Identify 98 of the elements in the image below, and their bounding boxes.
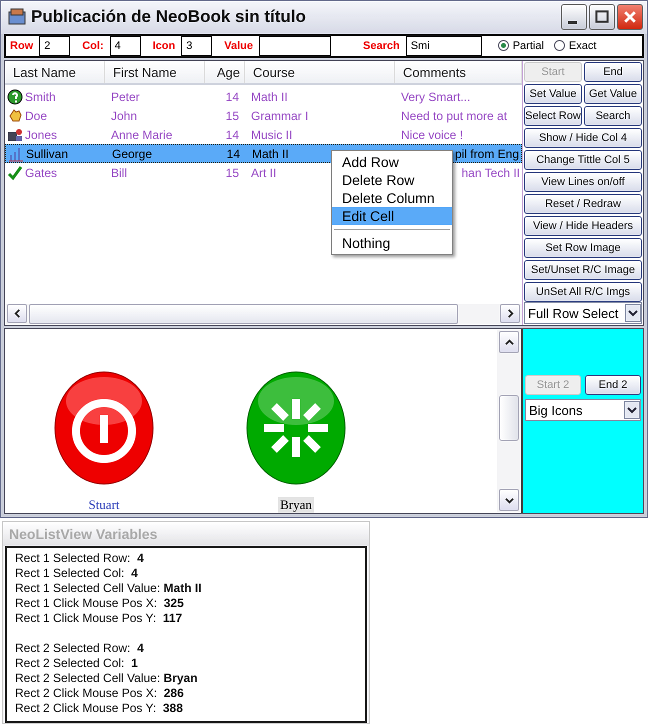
action-button[interactable]: Set Value xyxy=(524,84,582,104)
table-cell: 15 xyxy=(226,108,239,122)
menu-item[interactable]: Delete Column xyxy=(332,189,452,207)
table-cell: 14 xyxy=(226,90,239,104)
power-icon[interactable] xyxy=(54,371,154,485)
horizontal-scrollbar[interactable] xyxy=(5,304,522,325)
action-button[interactable]: Reset / Redraw xyxy=(524,194,642,214)
table-cell[interactable]: Jones xyxy=(25,128,58,142)
column-header[interactable]: First Name xyxy=(105,61,205,83)
table-cell: Very Smart... xyxy=(401,90,470,104)
table-cell[interactable]: Gates xyxy=(25,166,58,180)
table-cell: Art II xyxy=(251,166,276,180)
action-button[interactable]: Set Row Image xyxy=(524,238,642,258)
action-button[interactable]: Search xyxy=(584,106,642,126)
action-button[interactable]: UnSet All R/C Imgs xyxy=(524,282,642,302)
variable-line: Rect 1 Selected Row: 4 xyxy=(15,551,145,566)
column-header[interactable]: Course xyxy=(245,61,395,83)
loading-spinner-icon[interactable] xyxy=(246,371,346,485)
action-button[interactable]: Set/Unset R/C Image xyxy=(524,260,642,280)
minimize-icon xyxy=(568,20,577,24)
table-cell: John xyxy=(111,108,138,122)
maximize-icon xyxy=(594,9,610,26)
action-button[interactable]: Show / Hide Col 4 xyxy=(524,128,642,148)
column-header[interactable]: Age xyxy=(205,61,245,83)
minimize-button[interactable] xyxy=(561,4,587,30)
table-cell: Math II xyxy=(252,146,289,160)
input-field[interactable]: 4 xyxy=(110,36,141,56)
table-cell: pil from Eng xyxy=(454,146,519,160)
table-cell: 15 xyxy=(226,166,239,180)
variable-line: Rect 2 Selected Cell Value: Bryan xyxy=(15,671,199,686)
field-label: Col: xyxy=(82,40,104,52)
action-button[interactable]: Change Tittle Col 5 xyxy=(524,150,642,170)
table-cell: han Tech II xyxy=(462,166,520,180)
variable-line: Rect 2 Selected Row: 4 xyxy=(15,641,145,656)
scroll-up-button[interactable] xyxy=(499,331,519,353)
table-cell[interactable]: Doe xyxy=(25,108,48,122)
variable-line: Rect 1 Click Mouse Pos Y: 117 xyxy=(15,611,184,626)
table-cell: Grammar I xyxy=(251,108,308,122)
checkmark-icon xyxy=(7,164,23,180)
action-button[interactable]: View / Hide Headers xyxy=(524,216,642,236)
table-cell[interactable]: Sullivan xyxy=(26,146,68,160)
variable-line: Rect 2 Selected Col: 1 xyxy=(15,656,139,671)
table-cell: Music II xyxy=(251,128,292,142)
field-label: Row xyxy=(10,40,34,52)
maximize-button[interactable] xyxy=(589,4,615,30)
field-label: Search xyxy=(363,40,400,52)
table-cell: George xyxy=(112,146,152,160)
menu-item[interactable]: Add Row xyxy=(332,153,452,171)
table-cell: 14 xyxy=(226,128,239,142)
radio-option[interactable]: Exact xyxy=(554,40,596,52)
table-cell[interactable]: Smith xyxy=(25,90,56,104)
vertical-scrollbar[interactable] xyxy=(497,329,521,513)
action-button[interactable]: View Lines on/off xyxy=(524,172,642,192)
table-cell: Need to put more at xyxy=(401,108,508,122)
view-mode-dropdown[interactable]: Big Icons xyxy=(525,399,641,421)
column-header[interactable]: Comments xyxy=(395,61,522,83)
table-cell: Math II xyxy=(251,90,288,104)
menu-item[interactable]: Nothing xyxy=(332,234,452,252)
panel-title: NeoListView Variables xyxy=(3,522,369,546)
input-field[interactable]: 2 xyxy=(39,36,70,56)
action-button[interactable]: Select Row xyxy=(524,106,582,126)
row-mode-dropdown[interactable]: Full Row Select xyxy=(524,302,642,324)
caret-icon xyxy=(625,304,641,322)
input-field[interactable] xyxy=(259,36,331,56)
variable-line: Rect 2 Click Mouse Pos Y: 388 xyxy=(15,701,184,716)
variable-line: Rect 1 Selected Cell Value: Math II xyxy=(15,581,203,596)
close-button[interactable] xyxy=(617,4,643,30)
close-icon xyxy=(622,9,638,26)
menu-item[interactable]: Edit Cell xyxy=(332,207,452,225)
field-label: Value xyxy=(224,40,253,52)
radio-option[interactable]: Partial xyxy=(498,40,544,52)
scroll-down-button[interactable] xyxy=(499,489,519,511)
table-cell: 14 xyxy=(226,146,240,160)
action-button[interactable]: End 2 xyxy=(585,375,641,395)
caret-icon xyxy=(624,401,640,419)
action-button[interactable]: End xyxy=(584,62,642,82)
table-cell: Peter xyxy=(111,90,140,104)
scroll-left-button[interactable] xyxy=(7,304,27,323)
field-label: Icon xyxy=(152,40,176,52)
variable-line: Rect 2 Click Mouse Pos X: 286 xyxy=(15,686,185,701)
book-icon xyxy=(7,7,27,28)
icon-label[interactable]: Bryan xyxy=(278,497,314,513)
action-button[interactable]: Get Value xyxy=(584,84,642,104)
icon-label[interactable]: Stuart xyxy=(86,497,122,513)
table-cell: Bill xyxy=(111,166,128,180)
chart-icon xyxy=(8,146,24,162)
input-field[interactable]: Smi xyxy=(406,36,482,56)
scroll-right-button[interactable] xyxy=(500,304,520,323)
scroll-thumb[interactable] xyxy=(499,395,519,441)
table-cell: Nice voice ! xyxy=(401,128,464,142)
window-title: Publicación de NeoBook sin título xyxy=(31,7,307,28)
variable-line: Rect 1 Selected Col: 4 xyxy=(15,566,139,581)
scroll-thumb[interactable] xyxy=(29,304,458,324)
column-header[interactable]: Last Name xyxy=(5,61,105,83)
table-cell: Anne Marie xyxy=(111,128,172,142)
menu-item[interactable]: Delete Row xyxy=(332,171,452,189)
input-field[interactable]: 3 xyxy=(181,36,212,56)
variable-line: Rect 1 Click Mouse Pos X: 325 xyxy=(15,596,185,611)
